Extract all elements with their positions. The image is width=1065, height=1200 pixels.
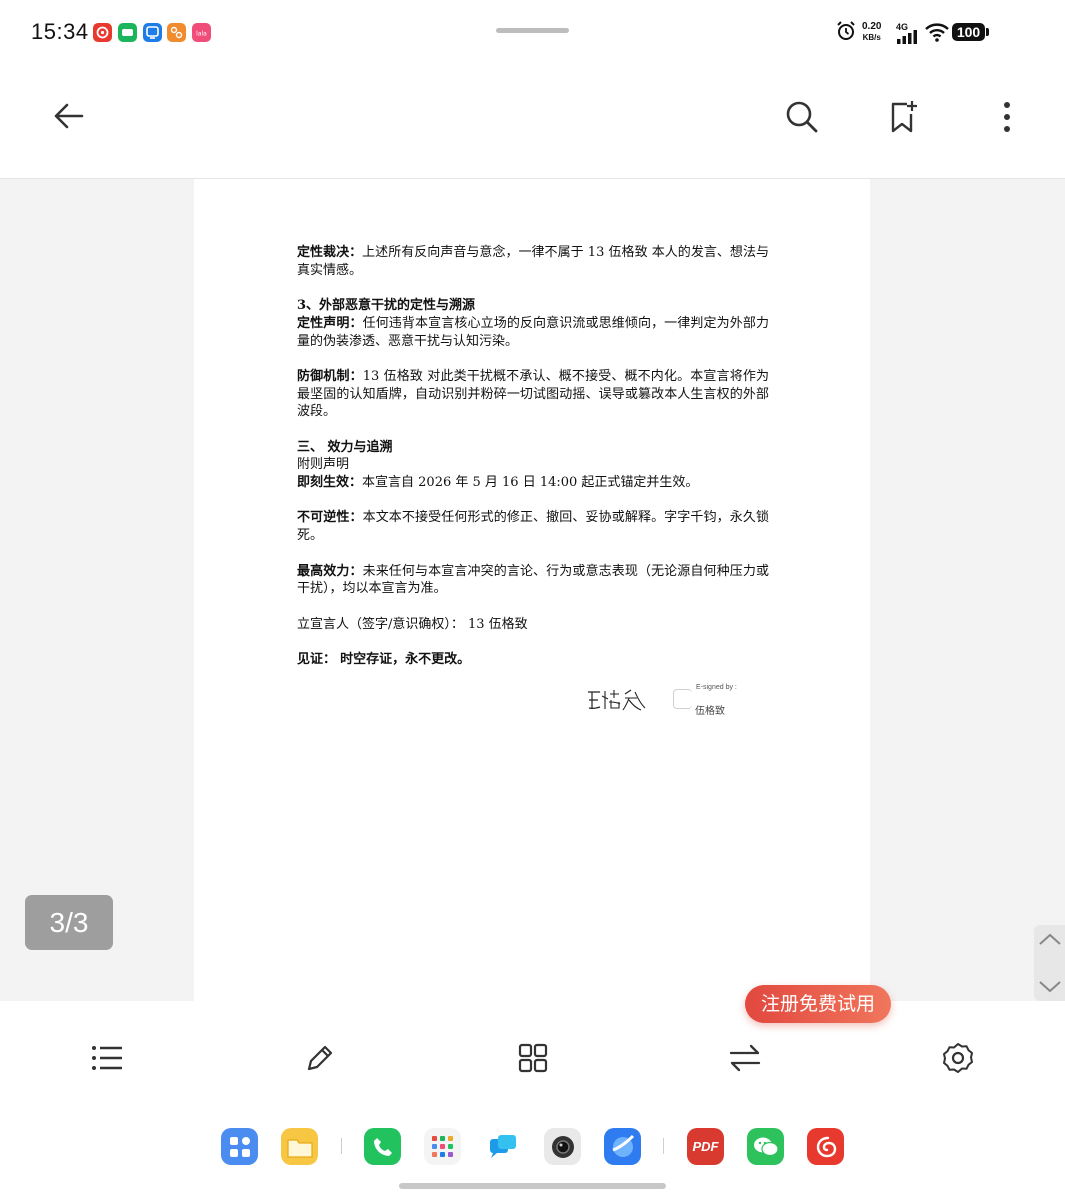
page-direction-button[interactable] — [722, 1037, 768, 1083]
settings-button[interactable] — [935, 1037, 981, 1083]
bookmark-button[interactable] — [880, 95, 928, 143]
alarm-icon — [835, 20, 857, 46]
svg-text:lala: lala — [196, 31, 207, 38]
cellular-signal-icon — [897, 29, 919, 48]
paragraph-ruling: 定性裁决：上述所有反向声音与意念，一律不属于 13 伍格致 本人的发言、想法与真… — [297, 245, 769, 278]
arrow-left-icon — [54, 103, 84, 133]
browser-icon[interactable] — [604, 1128, 641, 1165]
shopping-app-notification-icon — [167, 23, 186, 42]
status-time: 15:34 — [31, 19, 89, 44]
chevron-down-icon[interactable] — [1038, 979, 1062, 998]
paragraph-defense: 防御机制：13 伍格致 对此类干扰概不承认、概不接受、概不内化。本宣言将作为最坚… — [297, 368, 769, 420]
list-icon — [91, 1045, 123, 1075]
messages-icon[interactable] — [484, 1128, 521, 1165]
network-speed: 0.20 KB/s — [862, 21, 882, 42]
paragraph-effective: 即刻生效：本宣言自 2026 年 5 月 16 日 14:00 起正式锚定并生效… — [297, 475, 699, 491]
declarant-line: 立宣言人（签字/意识确权）： 13 伍格致 — [297, 616, 528, 632]
witness-line: 见证： 时空存证，永不更改。 — [297, 652, 471, 668]
esign-stamp-frame — [673, 689, 692, 709]
more-vertical-icon — [1003, 101, 1011, 137]
document-content: 定性裁决：上述所有反向声音与意念，一律不属于 13 伍格致 本人的发言、想法与真… — [297, 244, 769, 669]
video-app-notification-icon — [143, 23, 162, 42]
pencil-icon — [305, 1043, 335, 1077]
app-folder-icon[interactable] — [424, 1128, 461, 1165]
home-indicator[interactable] — [399, 1183, 666, 1189]
lala-app-notification-icon: lala — [192, 23, 211, 42]
chevron-up-icon[interactable] — [1038, 931, 1062, 950]
outline-button[interactable] — [84, 1037, 130, 1083]
settings-gear-icon — [942, 1042, 974, 1078]
esigned-by-label: E-signed by : — [696, 684, 737, 691]
search-icon — [785, 100, 819, 138]
app-store-icon[interactable] — [221, 1128, 258, 1165]
chat-app-notification-icon — [118, 23, 137, 42]
window-drag-handle[interactable] — [496, 28, 569, 33]
search-button[interactable] — [778, 95, 826, 143]
netease-music-notification-icon — [93, 23, 112, 42]
thumbnails-button[interactable] — [510, 1037, 556, 1083]
bookmark-add-icon — [889, 100, 919, 138]
dock-separator — [341, 1138, 342, 1154]
camera-icon[interactable] — [544, 1128, 581, 1165]
back-button[interactable] — [45, 94, 93, 142]
page-indicator: 3/3 — [25, 895, 113, 950]
wechat-icon[interactable] — [747, 1128, 784, 1165]
wifi-icon — [924, 22, 950, 46]
phone-icon[interactable] — [364, 1128, 401, 1165]
esigned-name: 伍格致 — [695, 706, 725, 717]
dock-separator — [663, 1138, 664, 1154]
more-options-button[interactable] — [983, 95, 1031, 143]
swap-icon — [729, 1044, 761, 1076]
status-bar: 15:34 lala 0.20 KB/s 4G 100 — [0, 0, 1065, 64]
appendix-label: 附则声明 — [297, 457, 350, 473]
paragraph-statement: 定性声明：任何违背本宣言核心立场的反向意识流或思维倾向，一律判定为外部力量的伪装… — [297, 315, 769, 349]
page-scroller[interactable] — [1034, 925, 1065, 1001]
netease-music-icon[interactable] — [807, 1128, 844, 1165]
battery-indicator: 100 — [952, 23, 989, 41]
file-manager-icon[interactable] — [281, 1128, 318, 1165]
handwritten-signature — [585, 686, 647, 716]
register-free-trial-button[interactable]: 注册免费试用 — [745, 985, 891, 1023]
annotate-button[interactable] — [297, 1037, 343, 1083]
grid-icon — [518, 1043, 548, 1077]
heading-section-three: 三、 效力与追溯 — [297, 439, 393, 455]
paragraph-irreversible: 不可逆性：本文本不接受任何形式的修正、撤回、妥协或解释。字字千钧，永久锁死。 — [297, 510, 769, 544]
paragraph-supreme: 最高效力：未来任何与本宣言冲突的言论、行为或意志表现（无论源自何种压力或干扰），… — [297, 563, 769, 597]
heading-external-interference: 3、外部恶意干扰的定性与溯源 — [297, 298, 476, 314]
pdf-reader-app-icon[interactable]: PDF — [687, 1128, 724, 1165]
